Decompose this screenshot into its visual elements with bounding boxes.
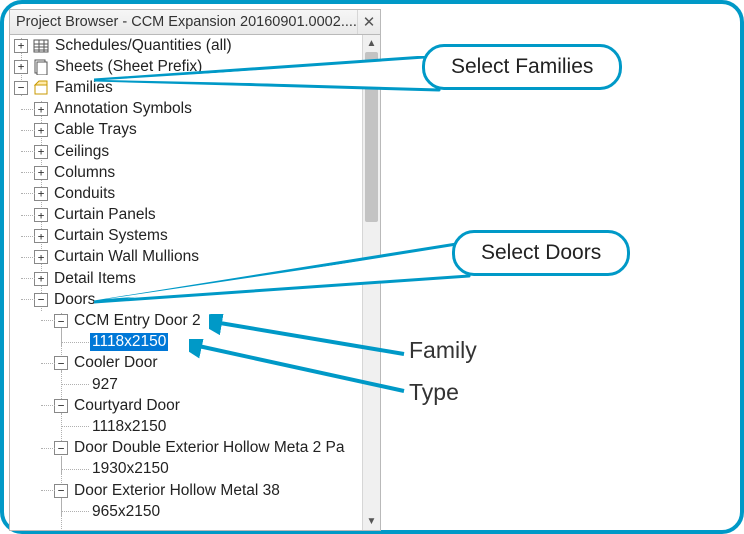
tree-item-annotation[interactable]: + Annotation Symbols <box>10 99 363 120</box>
expand-toggle[interactable]: + <box>34 272 48 286</box>
tree-label: 1118x2150 <box>90 418 168 436</box>
expand-toggle[interactable]: + <box>34 166 48 180</box>
schedule-icon <box>32 38 49 54</box>
collapse-toggle[interactable]: − <box>54 399 68 413</box>
tree-item-double-exterior-door[interactable]: − Door Double Exterior Hollow Meta 2 Pa <box>10 438 363 459</box>
expand-toggle[interactable]: + <box>34 123 48 137</box>
annotation-type: Type <box>409 379 459 406</box>
expand-toggle[interactable]: + <box>34 208 48 222</box>
tree-item-double-exterior-type[interactable]: 1930x2150 <box>10 459 363 480</box>
expand-toggle[interactable]: + <box>14 60 28 74</box>
tree-item-cabletrays[interactable]: + Cable Trays <box>10 120 363 141</box>
tree-label: Curtain Wall Mullions <box>52 248 201 266</box>
expand-toggle[interactable]: + <box>34 187 48 201</box>
callout-text: Select Doors <box>481 241 601 264</box>
tree-item-detail-items[interactable]: + Detail Items <box>10 268 363 289</box>
tree-label: Detail Items <box>52 270 138 288</box>
tree-item-sheets[interactable]: + Sheets (Sheet Prefix) <box>10 56 363 77</box>
tree-item-curtain-systems[interactable]: + Curtain Systems <box>10 226 363 247</box>
panel-close-button[interactable]: ✕ <box>357 10 380 34</box>
tree-item-columns[interactable]: + Columns <box>10 162 363 183</box>
tree-view: + Schedules/Quantities (all) + Sheets (S… <box>10 35 363 530</box>
tree-label: Doors <box>52 291 97 309</box>
project-browser-panel: Project Browser - CCM Expansion 20160901… <box>9 9 381 531</box>
tree-label: Columns <box>52 164 117 182</box>
tree-label: Cable Trays <box>52 121 139 139</box>
tree-label: Curtain Systems <box>52 227 170 245</box>
tree-label: Schedules/Quantities (all) <box>53 37 234 55</box>
tree-label: Door Double Exterior Hollow Meta 2 Pa <box>72 439 347 457</box>
expand-toggle[interactable]: + <box>34 102 48 116</box>
expand-toggle[interactable]: + <box>14 39 28 53</box>
tree-item-curtain-panels[interactable]: + Curtain Panels <box>10 205 363 226</box>
callout-text: Select Families <box>451 55 593 78</box>
collapse-toggle[interactable]: − <box>54 356 68 370</box>
panel-title: Project Browser - CCM Expansion 20160901… <box>10 14 357 30</box>
tree-label: 927 <box>90 376 120 394</box>
callout-select-doors: Select Doors <box>452 230 630 276</box>
collapse-toggle[interactable]: − <box>54 314 68 328</box>
tree-item-cooler-door[interactable]: − Cooler Door <box>10 353 363 374</box>
tree-item-cooler-type[interactable]: 927 <box>10 374 363 395</box>
scroll-up-button[interactable]: ▲ <box>363 35 380 52</box>
tree-label: Curtain Panels <box>52 206 158 224</box>
tree-label: Ceilings <box>52 143 111 161</box>
expand-toggle[interactable]: + <box>34 250 48 264</box>
collapse-toggle[interactable]: − <box>14 81 28 95</box>
tree-item-courtyard-type[interactable]: 1118x2150 <box>10 416 363 437</box>
tree-item-ccm-entry-type[interactable]: 1118x2150 <box>10 332 363 353</box>
annotation-family: Family <box>409 337 477 364</box>
tree-label: Courtyard Door <box>72 397 182 415</box>
tree-label: Door Exterior Hollow Metal 38 <box>72 482 282 500</box>
tree-label: Conduits <box>52 185 117 203</box>
tree-label: Families <box>53 79 115 97</box>
collapse-toggle[interactable]: − <box>54 484 68 498</box>
family-icon <box>32 80 49 96</box>
tree-label-selected: 1118x2150 <box>90 333 168 351</box>
tree-item-schedules[interactable]: + Schedules/Quantities (all) <box>10 35 363 56</box>
tree-item-exterior-hollow-door[interactable]: − Door Exterior Hollow Metal 38 <box>10 480 363 501</box>
scroll-down-button[interactable]: ▼ <box>363 513 380 530</box>
tree-label: Sheets (Sheet Prefix) <box>53 58 204 76</box>
tree-item-families[interactable]: − Families <box>10 77 363 98</box>
panel-title-bar: Project Browser - CCM Expansion 20160901… <box>10 10 380 35</box>
tree-item-conduits[interactable]: + Conduits <box>10 183 363 204</box>
collapse-toggle[interactable]: − <box>34 293 48 307</box>
expand-toggle[interactable]: + <box>34 145 48 159</box>
tree-label: CCM Entry Door 2 <box>72 312 203 330</box>
collapse-toggle[interactable]: − <box>54 441 68 455</box>
tree-label: 965x2150 <box>90 503 162 521</box>
expand-toggle[interactable]: + <box>34 229 48 243</box>
tree-item-ceilings[interactable]: + Ceilings <box>10 141 363 162</box>
sheet-icon <box>32 59 49 75</box>
tree-item-ccm-entry-door[interactable]: − CCM Entry Door 2 <box>10 310 363 331</box>
tree-item-exterior-hollow-type[interactable]: 965x2150 <box>10 501 363 522</box>
tree-item-curtain-mullions[interactable]: + Curtain Wall Mullions <box>10 247 363 268</box>
tree-item-courtyard-door[interactable]: − Courtyard Door <box>10 395 363 416</box>
tree-label: 1930x2150 <box>90 460 171 478</box>
vertical-scrollbar[interactable]: ▲ ▼ <box>362 35 380 530</box>
callout-select-families: Select Families <box>422 44 622 90</box>
tree-item-doors[interactable]: − Doors <box>10 289 363 310</box>
tree-label: Annotation Symbols <box>52 100 194 118</box>
scroll-thumb[interactable] <box>365 52 378 222</box>
tree-label: Cooler Door <box>72 354 160 372</box>
